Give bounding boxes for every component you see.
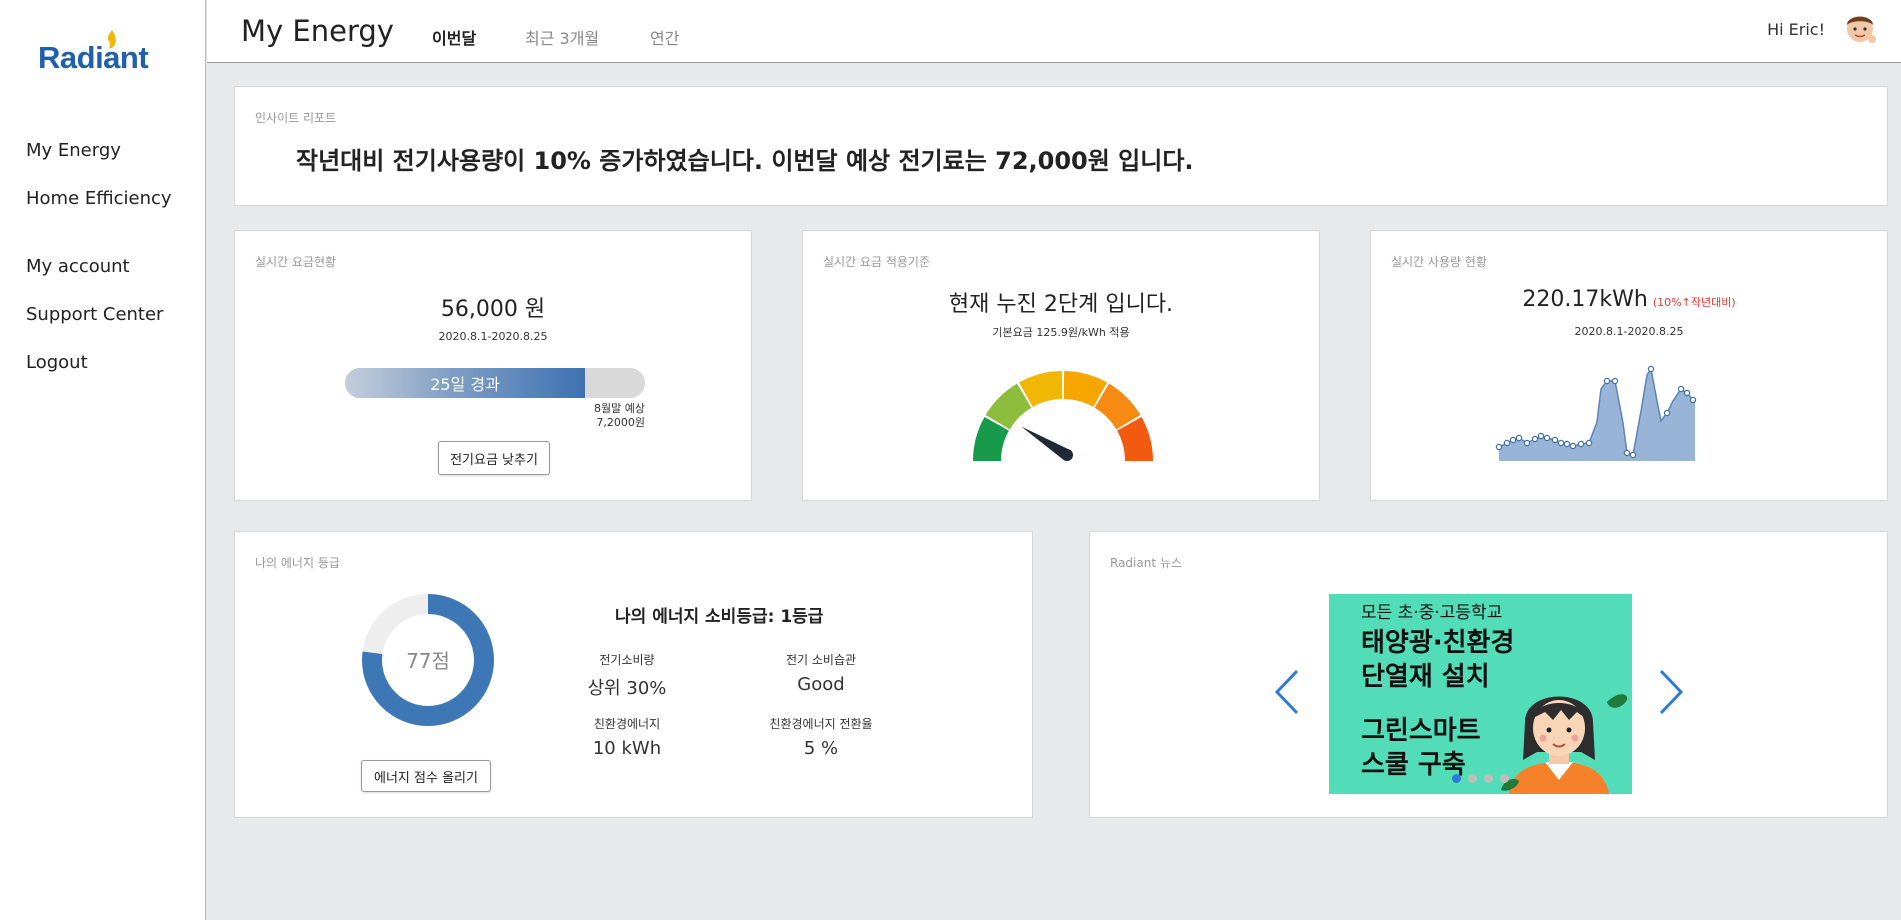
energy-score-donut: 77점 (362, 594, 494, 726)
usage-period: 2020.8.1-2020.8.25 (1574, 325, 1684, 338)
carousel-dot-2[interactable] (1468, 774, 1477, 783)
usage-headline: 220.17kWh (10%↑작년대비) (1371, 287, 1887, 312)
tab-this-month[interactable]: 이번달 (432, 25, 476, 49)
usage-change-suffix: 작년대비) (1690, 296, 1736, 309)
carousel-next-arrow-icon[interactable] (1657, 667, 1685, 717)
raise-energy-score-button[interactable]: 에너지 점수 올리기 (361, 760, 491, 792)
donut-score-text: 77점 (406, 649, 450, 673)
usage-value: 220.17kWh (1522, 287, 1648, 312)
usage-status-card: 실시간 사용량 현황 220.17kWh (10%↑작년대비) 2020.8.1… (1370, 230, 1888, 501)
stat-label-eco-conversion: 친환경에너지 전환율 (769, 717, 873, 731)
energy-grade-card: 나의 에너지 등급 77점 에너지 점수 올리기 나의 에너지 소비등급: 1등… (234, 531, 1033, 818)
stat-value-eco-conversion: 5 % (803, 738, 839, 759)
user-greeting: Hi Eric! (1767, 20, 1825, 39)
card-label: 실시간 요금 적용기준 (823, 255, 930, 269)
billing-progress-label: 25일 경과 (430, 375, 500, 394)
billing-amount: 56,000 원 (440, 297, 546, 322)
billing-progress-bar: 25일 경과 (345, 368, 645, 398)
sidebar: Radiant My Energy Home Efficiency My acc… (0, 0, 206, 920)
sidebar-item-my-energy[interactable]: My Energy (26, 140, 121, 161)
card-label: 나의 에너지 등급 (255, 556, 340, 570)
billing-forecast: 8월말 예상 7,2000원 (570, 402, 645, 430)
banner-line-2: 태양광·친환경 (1361, 628, 1515, 658)
logo-text: Radiant (38, 40, 149, 75)
usage-sparkline-chart (1495, 365, 1697, 461)
carousel-prev-arrow-icon[interactable] (1273, 667, 1301, 717)
rate-tier-gauge (973, 371, 1153, 461)
insight-text: 작년대비 전기사용량이 10% 증가하였습니다. 이번달 예상 전기료는 72,… (296, 147, 1194, 175)
billing-forecast-value: 7,2000원 (596, 416, 645, 429)
sidebar-item-home-efficiency[interactable]: Home Efficiency (26, 188, 172, 209)
sidebar-item-logout[interactable]: Logout (26, 352, 88, 373)
carousel-dot-4[interactable] (1500, 774, 1509, 783)
stat-value-eco-energy: 10 kWh (592, 738, 662, 759)
tier-headline: 현재 누진 2단계 입니다. (948, 292, 1174, 317)
banner-line-4: 그린스마트 (1361, 716, 1481, 746)
card-label: 실시간 요금현황 (255, 255, 337, 269)
tab-last-3-months[interactable]: 최근 3개월 (525, 25, 599, 49)
flame-icon (107, 30, 116, 49)
arrow-up-icon: ↑ (1681, 296, 1691, 309)
tier-subtext: 기본요금 125.9원/kWh 적용 (992, 326, 1130, 339)
topbar: My Energy 이번달 최근 3개월 연간 Hi Eric! (207, 0, 1901, 63)
card-label: 실시간 사용량 현황 (1391, 255, 1487, 269)
banner-line-3: 단열재 설치 (1361, 662, 1490, 692)
stat-value-habit: Good (797, 674, 845, 695)
billing-forecast-label: 8월말 예상 (594, 402, 645, 415)
sidebar-item-my-account[interactable]: My account (26, 256, 130, 277)
billing-period: 2020.8.1-2020.8.25 (438, 330, 548, 343)
sidebar-item-support-center[interactable]: Support Center (26, 304, 163, 325)
insight-report-card: 인사이트 리포트 작년대비 전기사용량이 10% 증가하였습니다. 이번달 예상… (234, 86, 1888, 206)
usage-change-percent: (10% (1652, 296, 1682, 309)
stat-label-eco-energy: 친환경에너지 (593, 717, 661, 731)
lower-bill-button[interactable]: 전기요금 낮추기 (438, 441, 550, 475)
stat-label-consumption: 전기소비량 (599, 653, 655, 667)
carousel-dot-1[interactable] (1452, 774, 1461, 783)
carousel-dot-3[interactable] (1484, 774, 1493, 783)
stat-value-consumption: 상위 30% (587, 678, 667, 699)
energy-grade-title: 나의 에너지 소비등급: 1등급 (615, 607, 824, 627)
student-illustration-icon (1501, 694, 1628, 794)
billing-status-card: 실시간 요금현황 56,000 원 2020.8.1-2020.8.25 25일… (234, 230, 752, 501)
usage-change: (10%↑작년대비) (1653, 296, 1736, 309)
news-banner[interactable]: 모든 초·중·고등학교 태양광·친환경 단열재 설치 그린스마트 스쿨 구축 (1329, 594, 1632, 794)
gauge-needle-hub (1061, 449, 1073, 461)
card-label: Radiant 뉴스 (1110, 556, 1182, 570)
carousel-dots (1452, 774, 1509, 783)
banner-line-1: 모든 초·중·고등학교 (1361, 603, 1503, 623)
card-label: 인사이트 리포트 (255, 111, 337, 125)
rate-tier-card: 실시간 요금 적용기준 현재 누진 2단계 입니다. 기본요금 125.9원/k… (802, 230, 1320, 501)
user-avatar-icon[interactable] (1841, 8, 1879, 46)
stat-label-habit: 전기 소비습관 (785, 653, 857, 667)
radiant-logo[interactable]: Radiant (38, 30, 168, 80)
banner-line-5: 스쿨 구축 (1361, 750, 1466, 780)
page-title: My Energy (241, 14, 394, 48)
tab-annual[interactable]: 연간 (650, 25, 679, 49)
